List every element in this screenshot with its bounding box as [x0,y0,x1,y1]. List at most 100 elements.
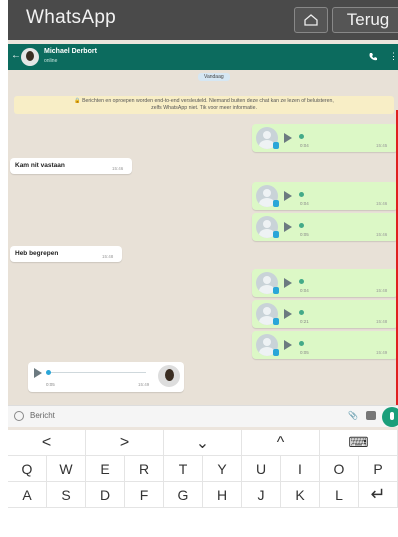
screen-frame: WhatsApp Terug ← Michael Derbort online … [8,0,398,537]
voice-message-out[interactable]: 0:05 15:46 [252,213,398,241]
voice-message-out[interactable]: 0:04 15:46 [252,182,398,210]
key-g[interactable]: G [164,482,203,508]
key-h[interactable]: H [203,482,242,508]
sender-avatar [158,365,180,387]
key-k[interactable]: K [281,482,320,508]
mic-icon [273,318,279,325]
key-u[interactable]: U [242,456,281,482]
contact-avatar[interactable] [21,48,39,66]
voice-message-out[interactable]: 0:04 15:45 [252,124,398,152]
mic-icon [273,231,279,238]
message-time: 15:45 [376,143,388,148]
play-icon[interactable] [284,340,292,350]
message-text: Kam nit vastaan [15,162,65,169]
message-time: 15:46 [376,232,388,237]
play-icon[interactable] [284,278,292,288]
voice-duration: 0:04 [300,143,309,148]
seek-dot[interactable] [299,192,304,197]
message-time: 15:48 [102,254,114,259]
message-time: 15:49 [138,382,150,387]
key-w[interactable]: W [47,456,86,482]
date-chip: Vandaag [198,73,230,81]
contact-name[interactable]: Michael Derbort [44,48,97,55]
home-icon [304,14,318,26]
voice-message-out[interactable]: 0:21 15:48 [252,300,398,328]
more-options-icon[interactable]: ⋮ [389,51,398,62]
seek-dot[interactable] [46,370,51,375]
text-message-in[interactable]: Heb begrepen 15:48 [10,246,122,262]
enter-key[interactable]: ↵ [359,482,398,508]
play-icon[interactable] [284,191,292,201]
key-p[interactable]: P [359,456,398,482]
key-l[interactable]: L [320,482,359,508]
message-time: 15:46 [376,201,388,206]
seek-dot[interactable] [299,223,304,228]
chat-area: Vandaag 🔒 Berichten en oproepen worden e… [8,70,398,405]
voice-message-out[interactable]: 0:05 15:49 [252,331,398,359]
on-screen-keyboard: < > ⌄ ^ ⌨ Q W E R T Y U I O P A S D F G … [8,430,398,537]
key-r[interactable]: R [125,456,164,482]
key-arrow-left[interactable]: < [8,430,86,456]
seek-track[interactable] [46,372,146,373]
voice-message-out[interactable]: 0:04 15:48 [252,269,398,297]
key-q[interactable]: Q [8,456,47,482]
key-a[interactable]: A [8,482,47,508]
play-icon[interactable] [284,309,292,319]
key-arrow-down[interactable]: ⌄ [164,430,242,456]
seek-dot[interactable] [299,341,304,346]
app-title: WhatsApp [26,7,117,28]
mic-icon [273,287,279,294]
play-icon[interactable] [284,133,292,143]
seek-dot[interactable] [299,310,304,315]
key-arrow-up[interactable]: ^ [242,430,320,456]
contact-status: online [44,58,58,64]
encryption-notice-line1: Berichten en oproepen worden end-to-end … [82,98,334,104]
message-time: 15:46 [112,166,124,171]
mic-icon [273,349,279,356]
key-t[interactable]: T [164,456,203,482]
voice-duration: 0:04 [300,201,309,206]
message-input-bar: Bericht 📎 [8,405,398,427]
mic-icon [273,142,279,149]
voice-duration: 0:04 [300,288,309,293]
key-d[interactable]: D [86,482,125,508]
voice-duration: 0:05 [300,232,309,237]
text-message-in[interactable]: Kam nit vastaan 15:46 [10,158,132,174]
voice-duration: 0:05 [46,382,55,387]
record-voice-button[interactable] [382,407,398,427]
key-y[interactable]: Y [203,456,242,482]
key-i[interactable]: I [281,456,320,482]
key-j[interactable]: J [242,482,281,508]
voice-duration: 0:21 [300,319,309,324]
key-o[interactable]: O [320,456,359,482]
voice-message-in[interactable]: 0:05 15:49 [28,362,184,392]
paperclip-icon[interactable]: 📎 [348,411,358,420]
call-icon[interactable] [368,52,378,62]
key-arrow-right[interactable]: > [86,430,164,456]
emoji-icon[interactable] [14,411,24,421]
message-time: 15:48 [376,288,388,293]
message-time: 15:48 [376,319,388,324]
voice-duration: 0:05 [300,350,309,355]
message-time: 15:49 [376,350,388,355]
chat-header: ← Michael Derbort online ⋮ [8,44,398,70]
encryption-notice-line2: zelfs WhatsApp niet. Tik voor meer infor… [151,105,257,111]
arrow-left-icon[interactable]: ← [11,50,21,61]
seek-dot[interactable] [299,279,304,284]
keyboard-hide-icon[interactable]: ⌨ [320,430,398,456]
message-text: Heb begrepen [15,250,59,257]
app-title-bar: WhatsApp Terug [8,0,398,40]
play-icon[interactable] [284,222,292,232]
lock-icon: 🔒 [74,98,81,104]
key-f[interactable]: F [125,482,164,508]
seek-dot[interactable] [299,134,304,139]
camera-icon[interactable] [366,411,376,420]
home-button[interactable] [294,7,328,33]
encryption-notice[interactable]: 🔒 Berichten en oproepen worden end-to-en… [14,96,394,114]
back-button[interactable]: Terug [332,7,398,33]
key-s[interactable]: S [47,482,86,508]
play-icon[interactable] [34,368,42,378]
message-input[interactable]: Bericht [30,411,55,420]
mic-icon [273,200,279,207]
key-e[interactable]: E [86,456,125,482]
